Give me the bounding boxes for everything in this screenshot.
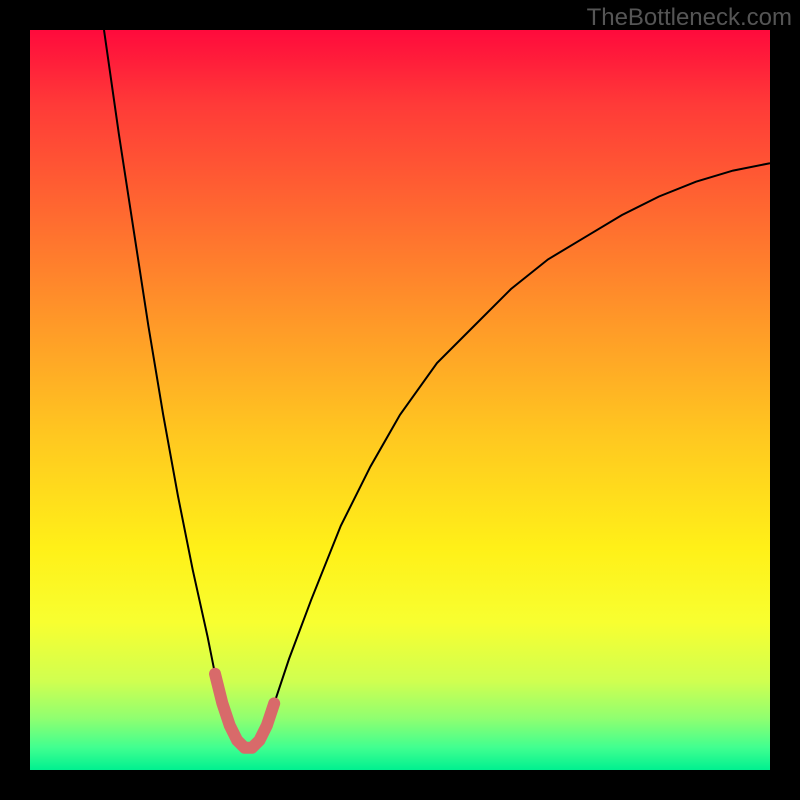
chart-root: TheBottleneck.com: [0, 0, 800, 800]
highlight-u: [215, 674, 274, 748]
curve-svg: [30, 30, 770, 770]
bottleneck-curve: [104, 30, 770, 748]
plot-area: [30, 30, 770, 770]
watermark-text: TheBottleneck.com: [587, 4, 792, 32]
